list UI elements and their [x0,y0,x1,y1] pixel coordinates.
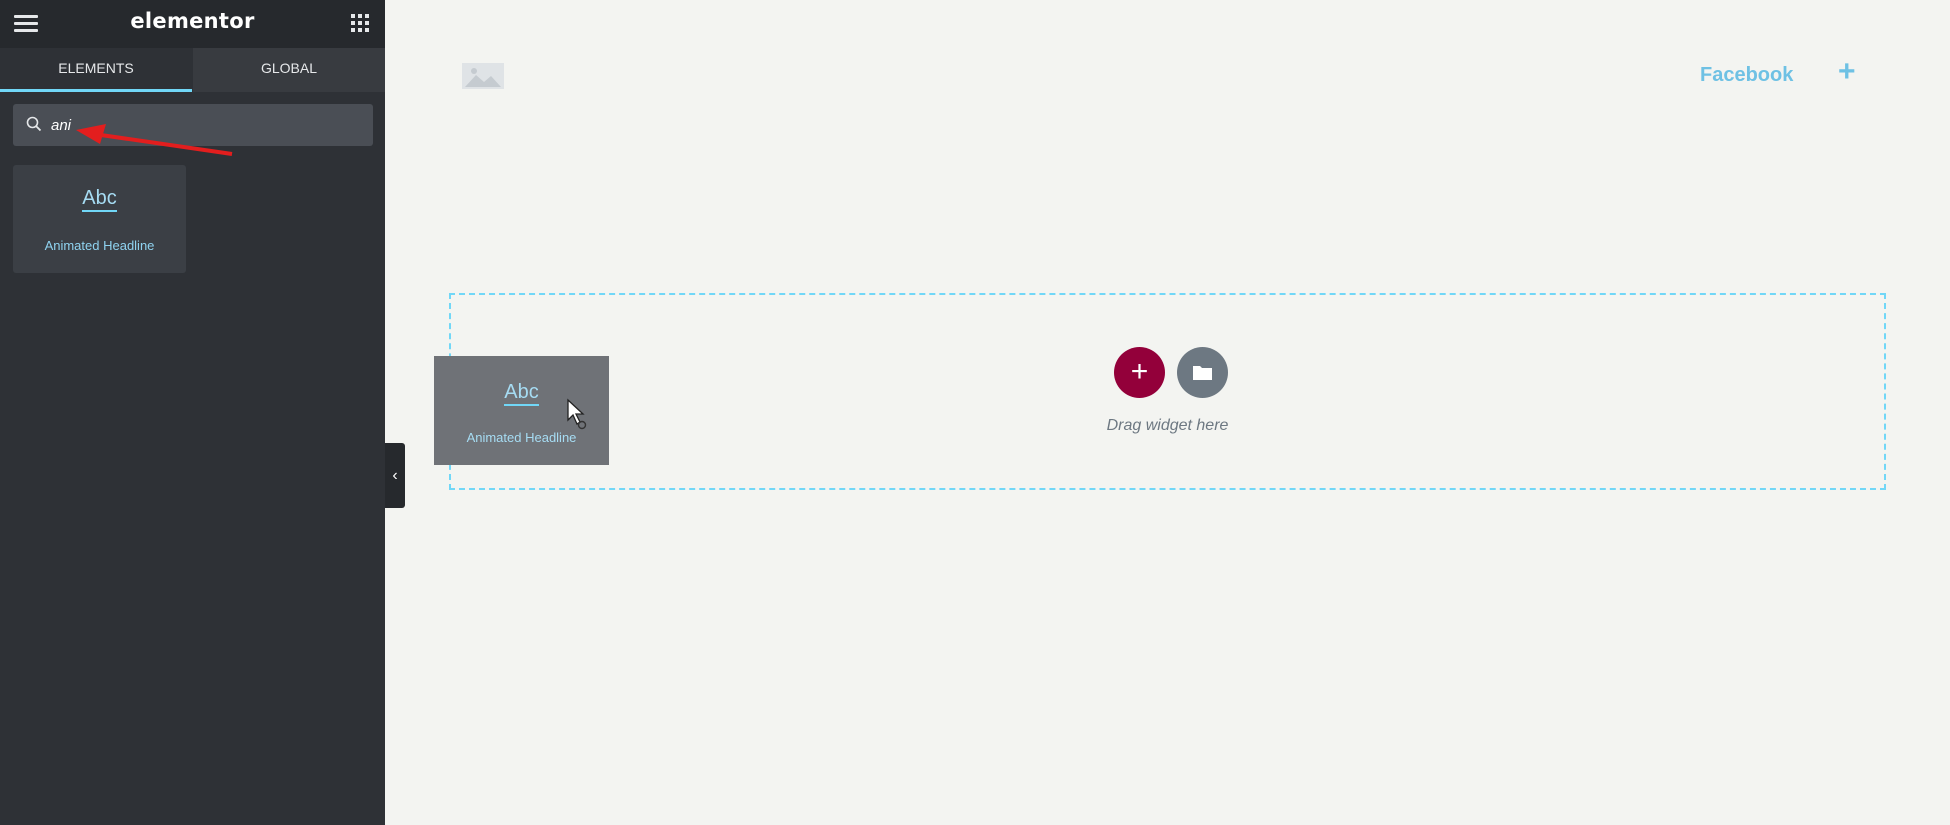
panel-tabs: ELEMENTS GLOBAL [0,48,385,92]
drop-hint: Drag widget here [1106,417,1229,434]
empty-section-dropzone[interactable] [449,293,1886,490]
template-library-button[interactable] [1177,347,1228,398]
widgets-grid-icon[interactable] [351,14,369,32]
tab-elements[interactable]: ELEMENTS [0,48,192,92]
dragging-widget[interactable]: Abc Animated Headline [434,356,609,465]
editor-panel: elementor ELEMENTS GLOBAL Abc Animated H… [0,0,385,825]
animated-headline-icon: Abc [434,381,609,406]
widget-label: Animated Headline [466,430,577,445]
tab-global[interactable]: GLOBAL [193,48,385,92]
add-social-icon[interactable]: + [1838,55,1856,89]
search-box [13,104,373,146]
facebook-link[interactable]: Facebook [1700,64,1793,87]
widget-label: Animated Headline [44,238,155,253]
image-placeholder-icon [462,63,504,89]
search-icon [26,116,42,132]
add-section-button[interactable]: + [1114,347,1165,398]
app-logo: elementor [130,9,255,33]
collapse-panel-button[interactable]: ‹ [385,443,405,508]
widget-animated-headline[interactable]: Abc Animated Headline [13,165,186,273]
folder-icon [1193,366,1212,380]
search-input[interactable] [51,104,351,146]
panel-header: elementor [0,0,385,48]
animated-headline-icon: Abc [13,187,186,212]
